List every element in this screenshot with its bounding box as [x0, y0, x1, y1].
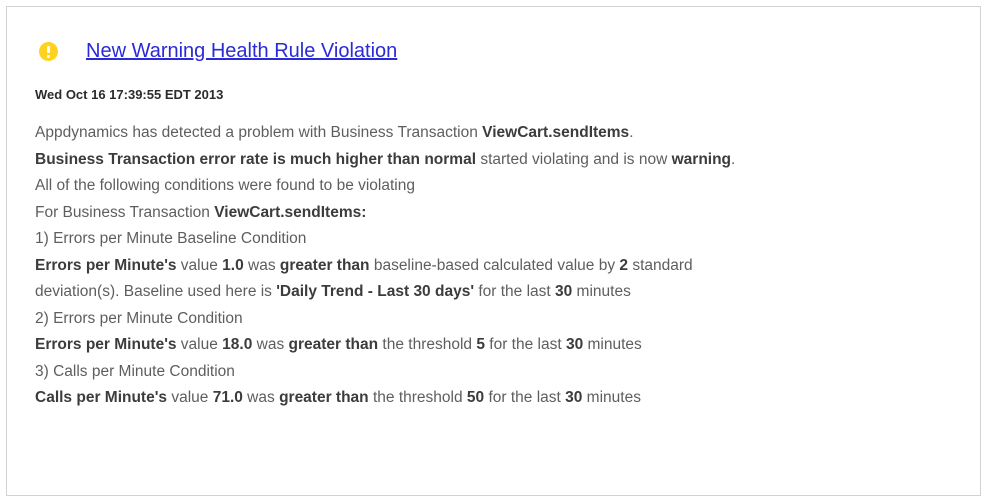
message-text: 2) Errors per Minute Condition	[35, 309, 243, 327]
message-text: minutes	[583, 336, 642, 353]
alert-message-body: Appdynamics has detected a problem with …	[35, 120, 975, 412]
warning-icon	[39, 41, 58, 61]
message-bold-text: greater than	[288, 336, 379, 353]
message-text: 1) Errors per Minute Baseline Condition	[35, 230, 307, 247]
message-line: 2) Errors per Minute Condition	[35, 306, 975, 333]
message-line: Appdynamics has detected a problem with …	[35, 120, 975, 147]
message-bold-text: greater than	[279, 389, 369, 406]
message-line: Business Transaction error rate is much …	[35, 147, 975, 174]
alert-timestamp: Wed Oct 16 17:39:55 EDT 2013	[35, 87, 224, 102]
message-bold-text: 71.0	[212, 389, 243, 406]
message-text: was	[252, 336, 289, 353]
message-text: was	[242, 389, 280, 406]
message-bold-text: ViewCart.sendItems:	[214, 203, 367, 221]
message-line: 1) Errors per Minute Baseline Condition	[35, 226, 975, 253]
message-bold-text: 18.0	[222, 336, 253, 353]
message-bold-text: Calls per Minute's	[35, 389, 168, 406]
message-text: value	[176, 336, 223, 353]
message-bold-text: 50	[466, 389, 485, 406]
message-bold-text: 30	[565, 336, 584, 353]
message-line: Errors per Minute's value 1.0 was greate…	[35, 253, 975, 280]
message-line: Calls per Minute's value 71.0 was greate…	[35, 385, 975, 412]
message-text: the threshold	[368, 389, 467, 406]
message-text: Appdynamics has detected a problem with …	[35, 124, 483, 141]
message-line: Errors per Minute's value 18.0 was great…	[35, 332, 975, 359]
violation-title-link[interactable]: New Warning Health Rule Violation	[86, 40, 397, 63]
message-text: minutes	[582, 389, 641, 406]
message-line: For Business Transaction ViewCart.sendIt…	[35, 200, 975, 227]
message-text: for the last	[484, 389, 566, 406]
message-text: baseline-based calculated value by	[369, 256, 620, 274]
message-bold-text: 30	[565, 389, 583, 406]
message-bold-text: 2	[619, 256, 629, 274]
message-line: 3) Calls per Minute Condition	[35, 359, 975, 386]
message-text: value	[176, 256, 223, 274]
message-text: minutes	[572, 283, 631, 300]
message-bold-text: ViewCart.sendItems	[482, 124, 630, 141]
message-text: was	[243, 256, 280, 274]
message-bold-text: 5	[476, 336, 485, 353]
message-text: for the last	[474, 283, 555, 300]
message-bold-text: warning	[671, 150, 732, 168]
message-text: the threshold	[378, 336, 477, 353]
message-text: For Business Transaction	[35, 203, 215, 221]
message-text: standard	[628, 256, 693, 274]
message-text: .	[629, 124, 634, 141]
message-bold-text: Errors per Minute's	[35, 336, 177, 353]
message-text: for the last	[484, 336, 566, 353]
message-text: .	[731, 150, 736, 168]
message-bold-text: 30	[555, 283, 573, 300]
alert-header: New Warning Health Rule Violation	[39, 37, 397, 65]
message-text: started violating and is now	[476, 150, 672, 168]
alert-email-panel: New Warning Health Rule Violation Wed Oc…	[6, 6, 981, 496]
message-bold-text: 'Daily Trend - Last 30 days'	[276, 283, 475, 300]
message-line: All of the following conditions were fou…	[35, 173, 975, 200]
message-text: deviation(s). Baseline used here is	[35, 283, 277, 300]
message-bold-text: greater than	[279, 256, 370, 274]
message-bold-text: Business Transaction error rate is much …	[35, 150, 477, 168]
message-text: 3) Calls per Minute Condition	[35, 362, 235, 380]
message-bold-text: Errors per Minute's	[35, 256, 177, 274]
message-text: value	[167, 389, 213, 406]
message-line: deviation(s). Baseline used here is 'Dai…	[35, 279, 975, 306]
message-bold-text: 1.0	[222, 256, 244, 274]
message-text: All of the following conditions were fou…	[35, 177, 415, 194]
